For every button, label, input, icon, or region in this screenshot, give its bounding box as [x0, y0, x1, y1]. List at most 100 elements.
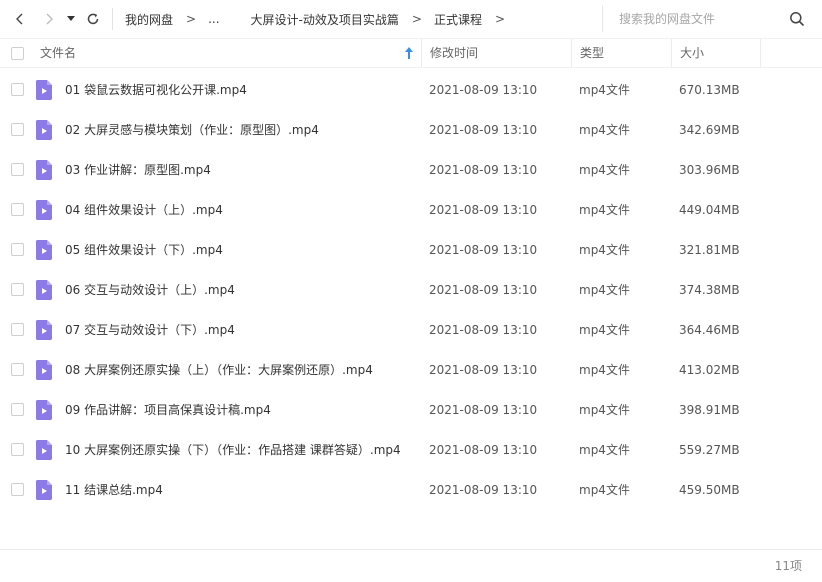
refresh-button[interactable]: [82, 8, 104, 30]
file-row[interactable]: 01 袋鼠云数据可视化公开课.mp4 2021-08-09 13:10 mp4文…: [0, 70, 822, 110]
row-checkbox[interactable]: [11, 403, 24, 416]
file-name[interactable]: 05 组件效果设计（下）.mp4: [65, 230, 223, 270]
breadcrumb-item-course[interactable]: 大屏设计-动效及项目实战篇: [251, 11, 399, 28]
file-mtime: 2021-08-09 13:10: [429, 83, 538, 97]
file-row[interactable]: 10 大屏案例还原实操（下）（作业：作品搭建 课群答疑）.mp4 2021-08…: [0, 430, 822, 470]
column-header-type-label: 类型: [580, 46, 605, 60]
file-mtime: 2021-08-09 13:10: [429, 403, 538, 417]
row-checkbox[interactable]: [11, 83, 24, 96]
file-size: 342.69MB: [679, 123, 740, 137]
file-mtime: 2021-08-09 13:10: [429, 243, 538, 257]
forward-button[interactable]: [38, 8, 60, 30]
row-checkbox[interactable]: [11, 323, 24, 336]
column-header-name[interactable]: 文件名: [32, 39, 421, 67]
file-type: mp4文件: [579, 403, 630, 417]
file-mtime: 2021-08-09 13:10: [429, 363, 538, 377]
file-name[interactable]: 11 结课总结.mp4: [65, 470, 163, 510]
column-header-mtime-label: 修改时间: [430, 46, 479, 60]
file-name[interactable]: 09 作品讲解：项目高保真设计稿.mp4: [65, 390, 271, 430]
file-type: mp4文件: [579, 483, 630, 497]
file-row[interactable]: 05 组件效果设计（下）.mp4 2021-08-09 13:10 mp4文件 …: [0, 230, 822, 270]
file-type: mp4文件: [579, 323, 630, 337]
file-mtime: 2021-08-09 13:10: [429, 123, 538, 137]
top-toolbar: 我的网盘 > ... 大屏设计-动效及项目实战篇 > 正式课程 >: [0, 0, 822, 38]
file-mtime: 2021-08-09 13:10: [429, 283, 538, 297]
file-name[interactable]: 04 组件效果设计（上）.mp4: [65, 190, 223, 230]
video-file-icon: [36, 440, 52, 460]
file-type: mp4文件: [579, 283, 630, 297]
search-icon[interactable]: [789, 11, 805, 27]
file-type: mp4文件: [579, 363, 630, 377]
sort-ascending-icon[interactable]: [404, 46, 414, 60]
column-header-mtime[interactable]: 修改时间: [421, 39, 571, 67]
video-file-icon: [36, 80, 52, 100]
file-size: 449.04MB: [679, 203, 740, 217]
row-checkbox[interactable]: [11, 283, 24, 296]
file-row[interactable]: 03 作业讲解：原型图.mp4 2021-08-09 13:10 mp4文件 3…: [0, 150, 822, 190]
video-file-icon: [36, 400, 52, 420]
video-file-icon: [36, 160, 52, 180]
row-checkbox[interactable]: [11, 483, 24, 496]
breadcrumb-separator: >: [411, 12, 422, 26]
file-size: 398.91MB: [679, 403, 740, 417]
row-checkbox[interactable]: [11, 203, 24, 216]
video-file-icon: [36, 480, 52, 500]
file-name[interactable]: 03 作业讲解：原型图.mp4: [65, 150, 211, 190]
file-type: mp4文件: [579, 243, 630, 257]
file-row[interactable]: 02 大屏灵感与模块策划（作业：原型图）.mp4 2021-08-09 13:1…: [0, 110, 822, 150]
file-list-header: 文件名 修改时间 类型 大小: [0, 38, 822, 68]
file-row[interactable]: 09 作品讲解：项目高保真设计稿.mp4 2021-08-09 13:10 mp…: [0, 390, 822, 430]
file-name[interactable]: 08 大屏案例还原实操（上）（作业：大屏案例还原）.mp4: [65, 350, 373, 390]
file-size: 559.27MB: [679, 443, 740, 457]
row-checkbox[interactable]: [11, 163, 24, 176]
status-bar: 11项: [0, 549, 822, 582]
file-type: mp4文件: [579, 163, 630, 177]
file-size: 321.81MB: [679, 243, 740, 257]
back-button[interactable]: [9, 8, 31, 30]
column-header-size[interactable]: 大小: [671, 39, 761, 67]
breadcrumb-item-root[interactable]: 我的网盘: [125, 11, 173, 28]
breadcrumb-item-current[interactable]: 正式课程: [434, 11, 482, 28]
column-header-name-label: 文件名: [40, 46, 77, 60]
file-name[interactable]: 07 交互与动效设计（下）.mp4: [65, 310, 235, 350]
row-checkbox[interactable]: [11, 363, 24, 376]
file-mtime: 2021-08-09 13:10: [429, 203, 538, 217]
file-name[interactable]: 01 袋鼠云数据可视化公开课.mp4: [65, 70, 247, 110]
search-input[interactable]: [619, 10, 769, 28]
row-checkbox[interactable]: [11, 123, 24, 136]
file-mtime: 2021-08-09 13:10: [429, 323, 538, 337]
row-checkbox[interactable]: [11, 243, 24, 256]
select-all-checkbox[interactable]: [11, 47, 24, 60]
file-mtime: 2021-08-09 13:10: [429, 483, 538, 497]
file-row[interactable]: 11 结课总结.mp4 2021-08-09 13:10 mp4文件 459.5…: [0, 470, 822, 510]
video-file-icon: [36, 320, 52, 340]
file-name[interactable]: 10 大屏案例还原实操（下）（作业：作品搭建 课群答疑）.mp4: [65, 430, 401, 470]
chevron-right-icon: [46, 13, 53, 25]
video-file-icon: [36, 240, 52, 260]
file-type: mp4文件: [579, 203, 630, 217]
file-name[interactable]: 06 交互与动效设计（上）.mp4: [65, 270, 235, 310]
toolbar-divider: [112, 8, 113, 30]
column-header-type[interactable]: 类型: [571, 39, 671, 67]
row-checkbox[interactable]: [11, 443, 24, 456]
file-name[interactable]: 02 大屏灵感与模块策划（作业：原型图）.mp4: [65, 110, 319, 150]
file-row[interactable]: 07 交互与动效设计（下）.mp4 2021-08-09 13:10 mp4文件…: [0, 310, 822, 350]
chevron-left-icon: [16, 13, 23, 25]
file-size: 374.38MB: [679, 283, 740, 297]
history-dropdown-button[interactable]: [63, 8, 79, 30]
search-box: [602, 6, 814, 32]
file-row[interactable]: 06 交互与动效设计（上）.mp4 2021-08-09 13:10 mp4文件…: [0, 270, 822, 310]
breadcrumb-separator: >: [494, 12, 506, 26]
video-file-icon: [36, 280, 52, 300]
breadcrumb-item-ellipsis[interactable]: ...: [208, 12, 219, 26]
column-header-size-label: 大小: [680, 46, 705, 60]
file-type: mp4文件: [579, 83, 630, 97]
file-size: 303.96MB: [679, 163, 740, 177]
file-row[interactable]: 08 大屏案例还原实操（上）（作业：大屏案例还原）.mp4 2021-08-09…: [0, 350, 822, 390]
file-size: 364.46MB: [679, 323, 740, 337]
breadcrumb-separator: >: [186, 12, 197, 26]
video-file-icon: [36, 200, 52, 220]
file-list: 01 袋鼠云数据可视化公开课.mp4 2021-08-09 13:10 mp4文…: [0, 70, 822, 510]
file-row[interactable]: 04 组件效果设计（上）.mp4 2021-08-09 13:10 mp4文件 …: [0, 190, 822, 230]
file-mtime: 2021-08-09 13:10: [429, 443, 538, 457]
